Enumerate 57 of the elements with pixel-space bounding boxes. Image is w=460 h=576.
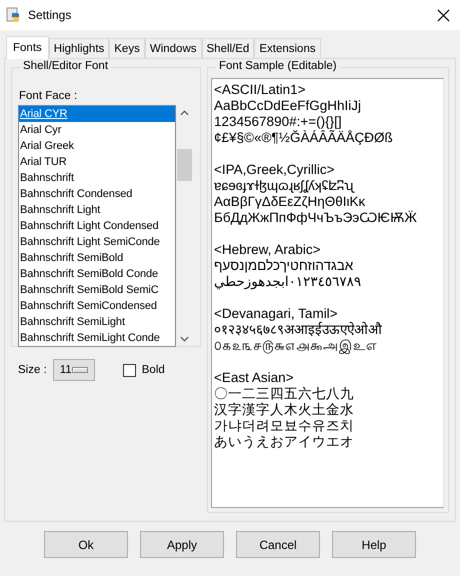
tab[interactable]: Highlights [48, 38, 110, 58]
font-list-item[interactable]: Bahnschrift SemiBold SemiC [19, 282, 175, 298]
font-list-item[interactable]: Arial TUR [19, 154, 175, 170]
dialog-button[interactable]: Ok [44, 531, 128, 558]
font-list-item[interactable]: Bahnschrift SemiCondensed [19, 298, 175, 314]
font-list-item[interactable]: Arial Greek [19, 138, 175, 154]
sample-line: ०१२३४५६७८९अआइईउऊएऐओऔ [214, 322, 383, 338]
sample-line: <Hebrew, Arabic> [214, 242, 322, 258]
tab[interactable]: Keys [109, 38, 145, 58]
sample-line: あいうえおアイウエオ [214, 434, 355, 450]
dialog-button[interactable]: Apply [140, 531, 224, 558]
scrollbar-thumb[interactable] [177, 149, 192, 181]
tab[interactable]: Extensions [254, 38, 321, 58]
sample-line: 汉字漢字人木火土金水 [214, 402, 355, 418]
group-title: Font Sample (Editable) [216, 60, 340, 72]
font-list-item[interactable]: Bahnschrift SemiLight Conde [19, 330, 175, 346]
sample-line: ΑαΒβΓγΔδΕεΖζΗηΘθΙιΚκ [214, 194, 366, 210]
size-dropdown[interactable]: 11 [52, 359, 95, 381]
font-list-item[interactable]: Bahnschrift SemiBold Conde [19, 266, 175, 282]
sample-line: 1234567890#:+=(){}[] [214, 114, 343, 130]
sample-line: ௦௧௨௩௪௫௬௭௮௯அஇஉஎ [214, 338, 378, 354]
sample-line: 가냐더려모뵤수유즈치 [214, 418, 355, 434]
sample-line: <IPA,Greek,Cyrillic> [214, 162, 336, 178]
window-title: Settings [28, 8, 72, 22]
tab[interactable]: Fonts [6, 36, 49, 59]
dialog-button[interactable]: Help [332, 531, 416, 558]
dialog-button[interactable]: Cancel [236, 531, 320, 558]
font-list-item[interactable]: Arial Cyr [19, 122, 175, 138]
font-list-item[interactable]: Bahnschrift [19, 170, 175, 186]
close-icon[interactable] [437, 8, 450, 22]
sample-line: <East Asian> [214, 370, 295, 386]
scroll-down-icon[interactable] [180, 336, 189, 342]
sample-line: БбДдЖжПпФфЧчЪъЭэѠѤѬӜ [214, 210, 418, 226]
bold-label: Bold [142, 364, 165, 376]
font-list-item[interactable]: Bahnschrift SemiLight [19, 314, 175, 330]
font-list-item[interactable]: Bahnschrift Condensed [19, 186, 175, 202]
font-face-label: Font Face : [19, 90, 78, 102]
sample-line: 〇一二三四五六七八九 [214, 386, 355, 402]
sample-line: ɐɕɘɞɟɤɫɮɰɷɻʁʃʆʎʞʢʫʭʯ [214, 178, 356, 194]
sample-line: אבגדהוזחטיךכלםמןנסעף [214, 258, 354, 274]
font-list-item[interactable]: Bahnschrift SemiBold [19, 250, 175, 266]
tab[interactable]: Windows [144, 38, 202, 58]
app-icon [6, 7, 22, 23]
font-list-item[interactable]: Arial CYR [19, 106, 175, 122]
group-title: Shell/Editor Font [20, 60, 112, 72]
tab[interactable]: Shell/Ed [202, 38, 254, 58]
font-list-item[interactable]: Bahnschrift Light [19, 202, 175, 218]
scroll-up-icon[interactable] [180, 110, 189, 116]
sample-line: AaBbCcDdEeFfGgHhIiJj [214, 98, 362, 114]
sample-line: <Devanagari, Tamil> [214, 306, 339, 322]
font-list-item[interactable]: Bahnschrift Light Condensed [19, 218, 175, 234]
sample-line: <ASCII/Latin1> [214, 82, 307, 98]
size-label: Size : [18, 364, 47, 376]
sample-line: ¢£¥§©«®¶½ĞÀÁÂÃÄÅÇĐØß [214, 130, 394, 146]
font-list-item[interactable]: Bahnschrift Light SemiConde [19, 234, 175, 250]
bold-checkbox[interactable] [122, 364, 136, 376]
sample-line: ٠١٢٣٤٥٦٧٨٩ابجدهوزحطي [214, 274, 362, 290]
